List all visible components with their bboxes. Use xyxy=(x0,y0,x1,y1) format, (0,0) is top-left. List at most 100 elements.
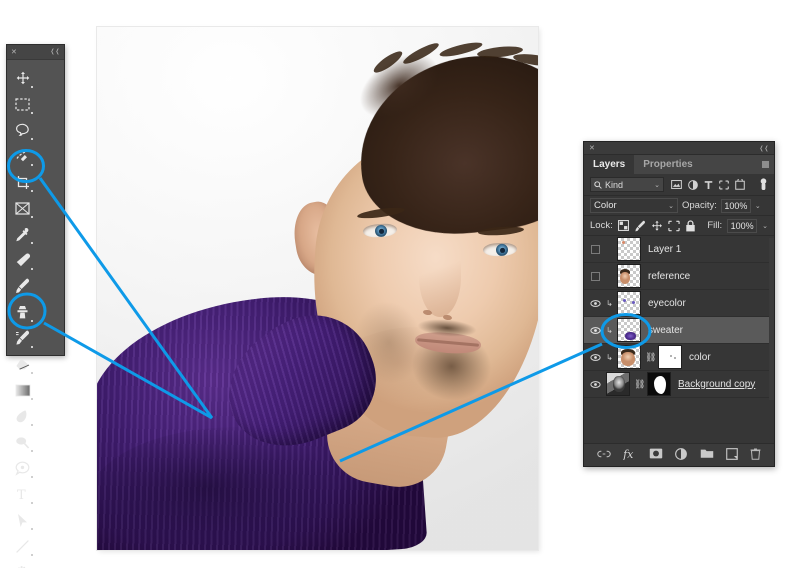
layers-scrollbar[interactable] xyxy=(769,238,774,400)
layer-name[interactable]: Layer 1 xyxy=(648,244,681,255)
layer-mask-link-icon[interactable]: ⛓ xyxy=(645,352,656,363)
history-brush-tool[interactable] xyxy=(9,325,36,351)
tools-panel[interactable]: ✕ ❬❬ T xyxy=(6,44,65,568)
new-adjustment-layer-button[interactable] xyxy=(675,447,688,463)
layers-panel-titlebar[interactable]: ✕ ❬❬ xyxy=(584,142,774,155)
tab-layers[interactable]: Layers xyxy=(584,155,635,174)
opacity-input[interactable]: 100% xyxy=(720,198,751,213)
layers-panel-footer[interactable]: fx xyxy=(584,443,774,466)
lock-transparent-pixels-icon[interactable] xyxy=(617,220,629,231)
table-row[interactable]: ↳ eyecolor xyxy=(584,290,774,317)
lasso-tool[interactable] xyxy=(9,117,36,143)
fill-input[interactable]: 100% xyxy=(727,218,758,233)
layer-visibility-toggle[interactable] xyxy=(589,299,602,307)
pen-tool[interactable] xyxy=(9,455,36,481)
new-group-button[interactable] xyxy=(700,448,714,462)
add-layer-mask-button[interactable] xyxy=(649,448,663,462)
layer-visibility-toggle[interactable] xyxy=(589,271,602,281)
layer-visibility-toggle[interactable] xyxy=(589,380,602,388)
layer-visibility-toggle[interactable] xyxy=(589,244,602,254)
lock-all-icon[interactable] xyxy=(685,219,696,232)
iris-right xyxy=(495,243,509,257)
layer-thumbnail[interactable] xyxy=(606,372,630,396)
chevron-down-icon[interactable]: ⌄ xyxy=(668,202,674,210)
filter-type-icons[interactable] xyxy=(671,179,745,190)
tab-properties[interactable]: Properties xyxy=(634,155,701,174)
tool-expand-dot xyxy=(31,294,33,296)
path-selection-tool[interactable] xyxy=(9,507,36,533)
layers-list[interactable]: Layer 1 reference ↳ eyecolor ↳ sweater ↳… xyxy=(584,236,774,398)
adjustment-filter-icon xyxy=(688,179,698,190)
tools-grid[interactable]: T xyxy=(7,60,64,568)
move-tool[interactable] xyxy=(9,65,36,91)
lock-artboard-nesting-icon[interactable] xyxy=(668,220,680,232)
fill-chevron-down-icon[interactable]: ⌄ xyxy=(762,222,768,230)
crop-tool[interactable] xyxy=(9,169,36,195)
tool-expand-dot xyxy=(31,424,33,426)
panel-menu-icon[interactable] xyxy=(762,161,769,168)
type-tool[interactable]: T xyxy=(9,481,36,507)
chevron-down-icon[interactable]: ⌄ xyxy=(654,181,660,189)
filter-kind-select[interactable]: Kind ⌄ xyxy=(590,177,664,192)
opacity-chevron-down-icon[interactable]: ⌄ xyxy=(755,202,761,210)
tools-panel-titlebar[interactable]: ✕ ❬❬ xyxy=(7,45,64,60)
eyedropper-tool[interactable] xyxy=(9,221,36,247)
collapse-icon[interactable]: ❬❬ xyxy=(759,145,769,152)
tab-properties-label: Properties xyxy=(643,159,693,170)
layer-thumbnail[interactable] xyxy=(617,345,641,369)
image-canvas[interactable] xyxy=(97,27,538,550)
blur-tool[interactable] xyxy=(9,403,36,429)
collapse-icon[interactable]: ❬❬ xyxy=(50,49,60,55)
new-layer-button[interactable] xyxy=(725,447,738,463)
layer-filter-row[interactable]: Kind ⌄ xyxy=(584,174,774,196)
hand-tool[interactable] xyxy=(9,559,36,568)
lock-image-pixels-icon[interactable] xyxy=(634,220,646,232)
brush-tool[interactable] xyxy=(9,273,36,299)
gradient-tool[interactable] xyxy=(9,377,36,403)
table-row[interactable]: ↳ sweater xyxy=(584,317,774,344)
rectangular-marquee-tool[interactable] xyxy=(9,91,36,117)
delete-layer-button[interactable] xyxy=(750,447,761,463)
table-row[interactable]: reference xyxy=(584,263,774,290)
lock-row[interactable]: Lock: Fill: 100% ⌄ xyxy=(584,216,774,236)
filter-toggle-switch[interactable] xyxy=(759,178,768,191)
panel-tabs[interactable]: Layers Properties xyxy=(584,155,774,174)
link-layers-button[interactable] xyxy=(597,450,611,461)
layer-thumbnail[interactable] xyxy=(617,237,641,261)
layer-mask-link-icon[interactable]: ⛓ xyxy=(634,379,645,390)
line-tool[interactable] xyxy=(9,533,36,559)
eye-icon xyxy=(590,299,601,307)
eraser-tool[interactable] xyxy=(9,351,36,377)
dodge-tool[interactable] xyxy=(9,429,36,455)
layers-panel[interactable]: ✕ ❬❬ Layers Properties Kind ⌄ Color ⌄ Op… xyxy=(583,141,775,467)
table-row[interactable]: Layer 1 xyxy=(584,236,774,263)
frame-tool[interactable] xyxy=(9,195,36,221)
spot-healing-brush-tool[interactable] xyxy=(9,247,36,273)
layer-name[interactable]: color xyxy=(689,352,711,363)
layer-thumbnail[interactable] xyxy=(617,318,641,342)
blend-mode-row[interactable]: Color ⌄ Opacity: 100% ⌄ xyxy=(584,196,774,216)
layer-name[interactable]: sweater xyxy=(648,325,683,336)
layer-mask-thumbnail[interactable] xyxy=(647,372,671,396)
layer-visibility-toggle[interactable] xyxy=(589,353,602,361)
layer-name[interactable]: eyecolor xyxy=(648,298,686,309)
tool-expand-dot xyxy=(31,112,33,114)
layer-name[interactable]: reference xyxy=(648,271,690,282)
clone-stamp-tool[interactable] xyxy=(9,299,36,325)
pixel-filter-icon xyxy=(671,180,682,189)
layer-visibility-toggle[interactable] xyxy=(589,326,602,334)
close-icon[interactable]: ✕ xyxy=(11,49,17,56)
svg-text:fx: fx xyxy=(623,448,634,460)
close-icon[interactable]: ✕ xyxy=(589,144,595,152)
table-row[interactable]: ⛓ Background copy xyxy=(584,371,774,398)
layer-thumbnail[interactable] xyxy=(617,264,641,288)
layer-name[interactable]: Background copy xyxy=(678,379,755,390)
blend-mode-select[interactable]: Color ⌄ xyxy=(590,198,678,213)
quick-selection-tool[interactable] xyxy=(9,143,36,169)
layer-mask-thumbnail[interactable] xyxy=(658,345,682,369)
lock-position-icon[interactable] xyxy=(651,220,663,232)
clipping-mask-indicator: ↳ xyxy=(606,298,613,308)
layer-style-button[interactable]: fx xyxy=(622,448,637,463)
layer-thumbnail[interactable] xyxy=(617,291,641,315)
table-row[interactable]: ↳ ⛓ color xyxy=(584,344,774,371)
